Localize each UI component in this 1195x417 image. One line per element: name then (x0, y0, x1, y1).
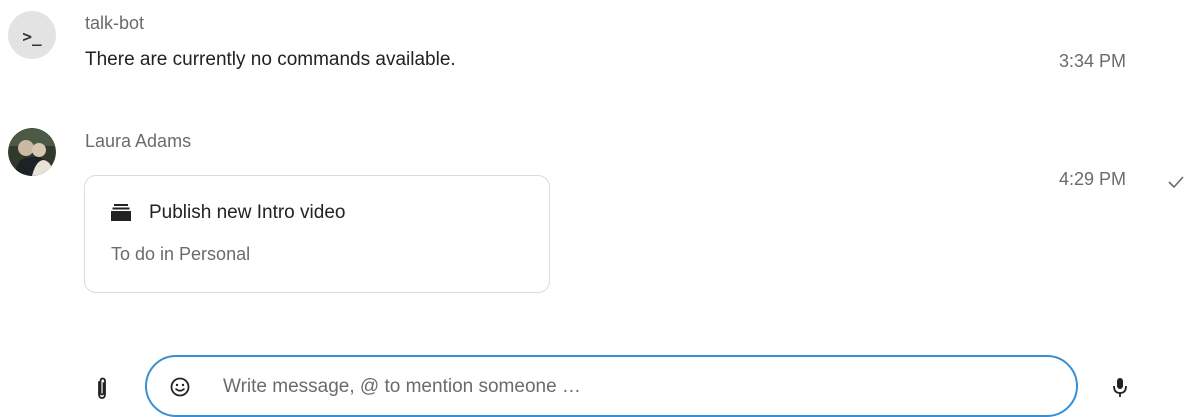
message-author[interactable]: talk-bot (85, 13, 144, 34)
avatar[interactable] (8, 128, 56, 176)
deck-stack-icon (111, 204, 131, 221)
message-composer[interactable] (145, 355, 1078, 417)
avatar-photo (8, 128, 56, 176)
terminal-icon: >_ (22, 26, 42, 46)
deck-card[interactable]: Publish new Intro video To do in Persona… (84, 175, 550, 293)
bot-avatar[interactable]: >_ (8, 11, 56, 59)
checkmark-icon (1168, 176, 1184, 189)
message-author[interactable]: Laura Adams (85, 131, 191, 152)
message-input[interactable] (221, 371, 1045, 403)
microphone-icon[interactable] (1111, 376, 1129, 400)
paperclip-icon[interactable] (94, 377, 110, 401)
card-subtitle: To do in Personal (111, 244, 251, 264)
message-time: 3:34 PM (1059, 51, 1127, 71)
message-text: There are currently no commands availabl… (85, 49, 456, 70)
message-time: 4:29 PM (1059, 169, 1127, 189)
card-title: Publish new Intro video (149, 202, 346, 223)
emoji-icon[interactable] (169, 376, 191, 398)
